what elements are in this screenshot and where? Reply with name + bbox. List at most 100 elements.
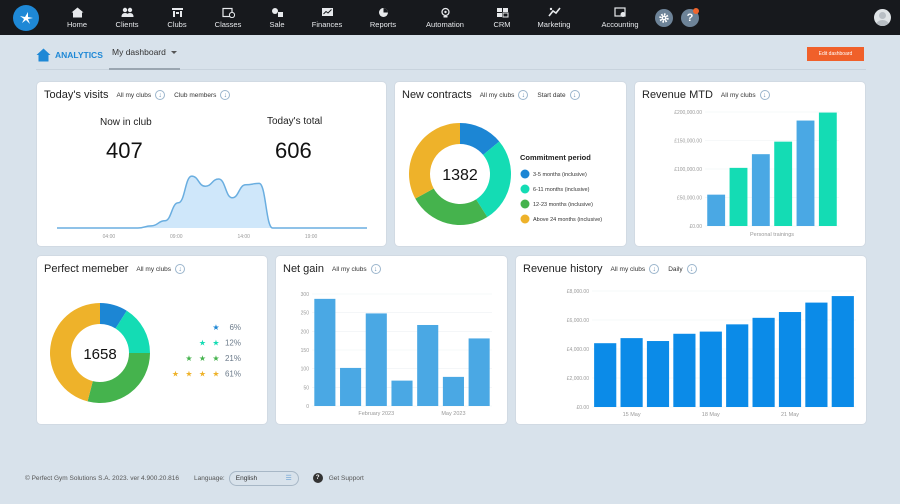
finances-icon: [321, 7, 333, 16]
bar: [468, 338, 490, 406]
nav-item-accounting[interactable]: Accounting: [590, 0, 650, 35]
y-tick-label: £0.00: [689, 224, 702, 230]
bar: [818, 112, 837, 226]
get-support-link[interactable]: ? Get Support: [312, 473, 364, 483]
rating-percent: 21%: [225, 354, 241, 363]
star-icon: ★: [185, 370, 192, 379]
nav-item-reports[interactable]: Reports: [353, 0, 413, 35]
card-new-contracts: New contracts All my clubs ↓ Start date ↓ …: [395, 82, 626, 246]
x-tick-label: 19:00: [305, 234, 318, 240]
analytics-label: ANALYTICS: [55, 50, 103, 60]
star-icon: ★: [185, 354, 192, 363]
help-icon: ?: [686, 12, 694, 24]
legend-label: 3-5 months (inclusive): [533, 172, 587, 178]
marketing-icon: [547, 7, 561, 16]
nav-label: Finances: [311, 19, 343, 29]
copyright-text: © Perfect Gym Solutions S.A. 2023. ver 4…: [25, 474, 180, 482]
breadcrumb-analytics[interactable]: ANALYTICS: [36, 48, 103, 62]
bar: [417, 324, 439, 406]
top-navigation-bar: Home Clients Clubs Classes Sale Finances Repor…: [0, 0, 900, 35]
legend-swatch: [520, 199, 530, 209]
nav-item-finances[interactable]: Finances: [297, 0, 357, 35]
bar: [442, 376, 464, 406]
legend-title: Commitment period: [520, 153, 591, 162]
settings-button[interactable]: [655, 9, 673, 27]
y-tick-label: £150,000.00: [674, 139, 702, 145]
legend-label: 12-23 months (inclusive): [533, 202, 593, 208]
tab-my-dashboard[interactable]: My dashboard: [109, 36, 180, 70]
y-tick-label: 0: [306, 404, 309, 410]
nav-label: Automation: [426, 19, 464, 29]
card-todays-visits: Today's visits All my clubs ↓ Club member…: [37, 82, 386, 246]
y-tick-label: £50,000.00: [677, 196, 702, 202]
y-tick-label: 200: [301, 329, 310, 335]
bar: [314, 298, 336, 406]
filter-label: Club members: [174, 91, 217, 99]
nav-label: Sale: [269, 19, 285, 29]
nav-label: CRM: [493, 19, 511, 29]
star-icon: ★: [199, 339, 206, 348]
todays-total-value: 606: [275, 138, 312, 163]
y-tick-label: £100,000.00: [674, 167, 702, 173]
bar: [620, 338, 643, 407]
bar: [751, 154, 770, 226]
rating-percent: 12%: [225, 339, 241, 348]
rating-percent: 6%: [229, 323, 241, 332]
revenue-mtd-bar-chart: £0.00 £50,000.00 £100,000.00 £150,000.00 £20…: [674, 110, 839, 238]
home-icon: [36, 48, 51, 62]
x-tick-label: 15 May: [623, 412, 641, 418]
x-tick-label: 14:00: [237, 234, 250, 240]
nav-label: Accounting: [601, 19, 639, 29]
legend-label: 6-11 months (inclusive): [533, 187, 590, 193]
y-tick-label: £200,000.00: [674, 110, 702, 116]
arrow-down-icon: ↓: [220, 90, 231, 100]
visits-area-chart: 04:00 09:00 14:00 19:00: [56, 175, 367, 240]
card-revenue-mtd: Revenue MTD All my clubs ↓ £0.00 £50,000.0…: [635, 82, 865, 246]
crm-icon: [496, 7, 508, 17]
language-select[interactable]: English ☰: [228, 470, 299, 486]
arrow-down-icon: ↓: [155, 90, 166, 100]
star-icon: ★: [199, 370, 206, 379]
user-avatar[interactable]: [874, 9, 891, 26]
star-icon: ★: [172, 370, 179, 379]
nav-label: Classes: [214, 19, 242, 29]
nav-item-crm[interactable]: CRM: [472, 0, 532, 35]
bar: [699, 331, 722, 407]
card-net-gain: Net gain All my clubs ↓ 0 50 100 150 200 250 30…: [276, 256, 507, 424]
legend-swatch: [520, 184, 530, 194]
star-icon: ★: [212, 370, 219, 379]
x-tick-label: May 2023: [441, 411, 465, 417]
perfect-member-donut-chart: 1658 ★ 6% ★ ★ 12% ★ ★ ★ 21% ★ ★ ★ ★ 61%: [50, 303, 241, 403]
nav-label: Reports: [369, 19, 397, 29]
clubs-icon: [171, 7, 183, 17]
donut-slice-4: [409, 123, 460, 199]
edit-dashboard-button[interactable]: Edit dashboard: [807, 47, 864, 61]
gear-icon: [659, 13, 669, 23]
app-logo[interactable]: [13, 5, 39, 31]
star-icon: ★: [212, 323, 219, 332]
y-tick-label: £8,000.00: [567, 289, 589, 295]
donut-center-value: 1658: [83, 346, 116, 363]
visits-area-fill: [57, 176, 367, 228]
help-circle-icon: ?: [312, 473, 323, 483]
filter-clubs[interactable]: All my clubs ↓: [116, 90, 166, 100]
legend-swatch: [520, 169, 530, 179]
classes-icon: [221, 7, 235, 18]
y-tick-label: £0.00: [576, 405, 589, 411]
card-perfect-member: Perfect memeber All my clubs ↓ 1658 ★ 6% ★ ★ 1…: [37, 256, 267, 424]
bar: [365, 313, 387, 406]
bar: [707, 194, 726, 226]
nav-item-marketing[interactable]: Marketing: [524, 0, 584, 35]
footer: © Perfect Gym Solutions S.A. 2023. ver 4…: [25, 470, 364, 486]
nav-item-automation[interactable]: Automation: [415, 0, 475, 35]
filter-members[interactable]: Club members ↓: [174, 90, 231, 100]
clients-icon: [121, 7, 133, 17]
bar: [391, 380, 413, 406]
legend-swatch: [520, 214, 530, 224]
star-icon: ★: [212, 354, 219, 363]
notification-badge: [693, 8, 699, 14]
nav-label: Marketing: [537, 19, 571, 29]
y-tick-label: 250: [301, 311, 310, 317]
net-gain-bar-chart: 0 50 100 150 200 250 300 February 2023 May 2023: [301, 292, 492, 417]
x-tick-label: February 2023: [358, 411, 394, 417]
